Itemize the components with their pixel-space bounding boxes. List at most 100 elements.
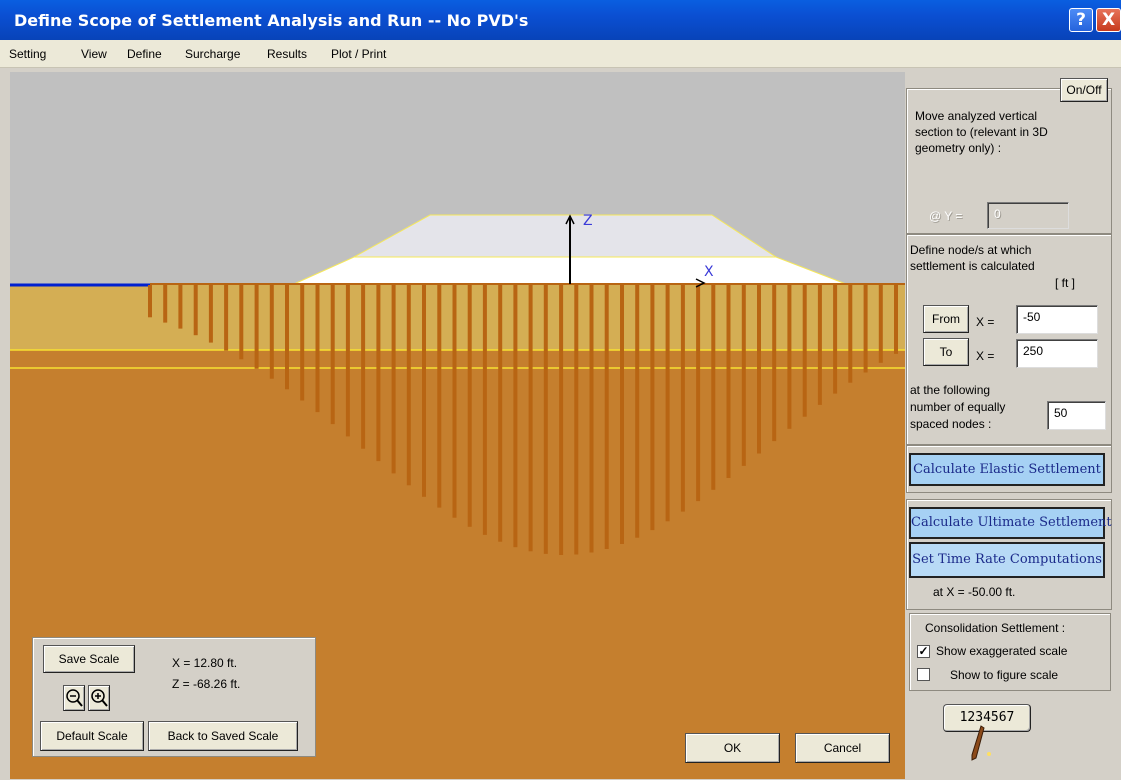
settlement-bar: [482, 285, 487, 535]
help-button[interactable]: ?: [1069, 8, 1093, 32]
from-x-label: X =: [976, 315, 995, 329]
settlement-bar: [148, 285, 152, 318]
cancel-button[interactable]: Cancel: [795, 733, 890, 763]
settlement-bar: [772, 285, 777, 442]
settlement-bar: [178, 285, 183, 329]
to-x-label: X =: [976, 349, 995, 363]
settlement-bar: [361, 285, 366, 449]
calculate-elastic-settlement-button[interactable]: Calculate Elastic Settlement: [909, 453, 1105, 486]
zoom-in-icon: [91, 689, 108, 707]
to-x-input[interactable]: 250: [1016, 339, 1098, 368]
settlement-bar: [574, 285, 579, 555]
settlement-bar: [330, 285, 335, 425]
settlement-bar: [680, 285, 685, 512]
at-x-text: at X = -50.00 ft.: [933, 585, 1016, 599]
at-y-label: @ Y =: [929, 209, 963, 223]
ok-button[interactable]: OK: [685, 733, 780, 763]
settlement-bar: [696, 285, 701, 502]
settlement-bar: [787, 285, 792, 429]
settlement-bar: [315, 285, 320, 413]
settlement-bar: [604, 285, 609, 549]
settlement-bar: [620, 285, 624, 544]
counter-label: 1234567: [959, 710, 1015, 725]
nodes-count-input[interactable]: 50: [1047, 401, 1106, 430]
z-axis-label: Z: [583, 213, 593, 229]
default-scale-button[interactable]: Default Scale: [40, 721, 144, 751]
move-section-line-2: section to (relevant in 3D: [915, 125, 1048, 139]
menu-setting[interactable]: Setting: [9, 47, 46, 61]
define-nodes-line-2: settlement is calculated: [910, 259, 1035, 273]
drawing-canvas[interactable]: Z X Save Scale X = 12.80 ft. Z = -68.26 …: [10, 72, 905, 779]
from-x-input[interactable]: -50: [1016, 305, 1098, 334]
settlement-bar: [300, 285, 305, 401]
settlement-bar: [650, 285, 655, 531]
menu-results[interactable]: Results: [267, 47, 307, 61]
x-axis-label: X: [704, 264, 714, 280]
menu-bar: Setting View Define Surcharge Results Pl…: [0, 40, 1121, 68]
nodes-line-3: spaced nodes :: [910, 417, 992, 431]
settlement-bar: [422, 285, 426, 497]
settlement-bar: [757, 285, 761, 454]
pencil-cursor-icon: [971, 725, 991, 761]
settlement-bar: [528, 285, 533, 552]
settlement-bar: [741, 285, 746, 466]
show-figure-scale-checkbox[interactable]: [917, 668, 930, 681]
settlement-bar: [285, 285, 289, 390]
back-to-saved-scale-button[interactable]: Back to Saved Scale: [148, 721, 298, 751]
on-off-button[interactable]: On/Off: [1060, 78, 1108, 102]
nodes-line-2: number of equally: [910, 400, 1006, 414]
settlement-bar: [833, 285, 838, 394]
calculate-ultimate-settlement-button[interactable]: Calculate Ultimate Settlement: [909, 507, 1112, 539]
show-exaggerated-label[interactable]: Show exaggerated scale: [936, 644, 1067, 658]
nodes-line-1: at the following: [910, 383, 991, 397]
settlement-bar: [848, 285, 853, 383]
settlement-bar: [543, 285, 548, 554]
show-figure-scale-label[interactable]: Show to figure scale: [950, 668, 1058, 682]
settlement-bar: [665, 285, 670, 522]
settlement-bar: [193, 285, 198, 336]
define-nodes-line-1: Define node/s at which: [910, 243, 1032, 257]
settlement-bar: [224, 285, 229, 351]
consolidation-title: Consolidation Settlement :: [925, 621, 1066, 635]
settlement-bar: [208, 285, 213, 343]
menu-view[interactable]: View: [81, 47, 107, 61]
settlement-bar: [269, 285, 274, 379]
settlement-bar: [817, 285, 822, 405]
zoom-in-button[interactable]: [88, 685, 110, 711]
to-button[interactable]: To: [923, 338, 969, 366]
show-exaggerated-checkbox[interactable]: ✓: [917, 645, 930, 658]
scale-panel: Save Scale X = 12.80 ft. Z = -68.26 ft. …: [32, 637, 316, 757]
close-button[interactable]: X: [1096, 8, 1121, 32]
settlement-bar: [467, 285, 472, 527]
settlement-bar: [726, 285, 731, 478]
from-button[interactable]: From: [923, 305, 969, 333]
zoom-out-button[interactable]: [63, 685, 85, 711]
menu-surcharge[interactable]: Surcharge: [185, 47, 240, 61]
move-section-line-1: Move analyzed vertical: [915, 109, 1038, 123]
set-time-rate-computations-button[interactable]: Set Time Rate Computations: [909, 542, 1105, 578]
move-section-line-3: geometry only) :: [915, 141, 1002, 155]
settlement-bar: [559, 285, 564, 555]
settlement-bar: [894, 285, 898, 354]
settlement-bar: [391, 285, 396, 474]
side-panel: On/Off Move analyzed vertical section to…: [905, 72, 1115, 779]
settlement-bar: [589, 285, 594, 553]
settlement-bar: [498, 285, 503, 542]
settlement-bar: [437, 285, 442, 508]
settlement-bar: [406, 285, 411, 486]
settlement-bar: [802, 285, 807, 417]
settlement-bar: [878, 285, 883, 363]
save-scale-button[interactable]: Save Scale: [43, 645, 135, 673]
menu-define[interactable]: Define: [127, 47, 162, 61]
upper-soil-layer: [10, 285, 905, 350]
window-title: Define Scope of Settlement Analysis and …: [14, 11, 529, 30]
settlement-bar: [239, 285, 244, 360]
at-y-input: 0: [987, 202, 1069, 229]
settlement-bar: [163, 285, 168, 323]
settlement-bar: [635, 285, 640, 538]
z-readout: Z = -68.26 ft.: [172, 677, 241, 691]
menu-plot-print[interactable]: Plot / Print: [331, 47, 386, 61]
settlement-bar: [711, 285, 716, 490]
settlement-bar: [452, 285, 457, 518]
settlement-bar: [254, 285, 259, 369]
